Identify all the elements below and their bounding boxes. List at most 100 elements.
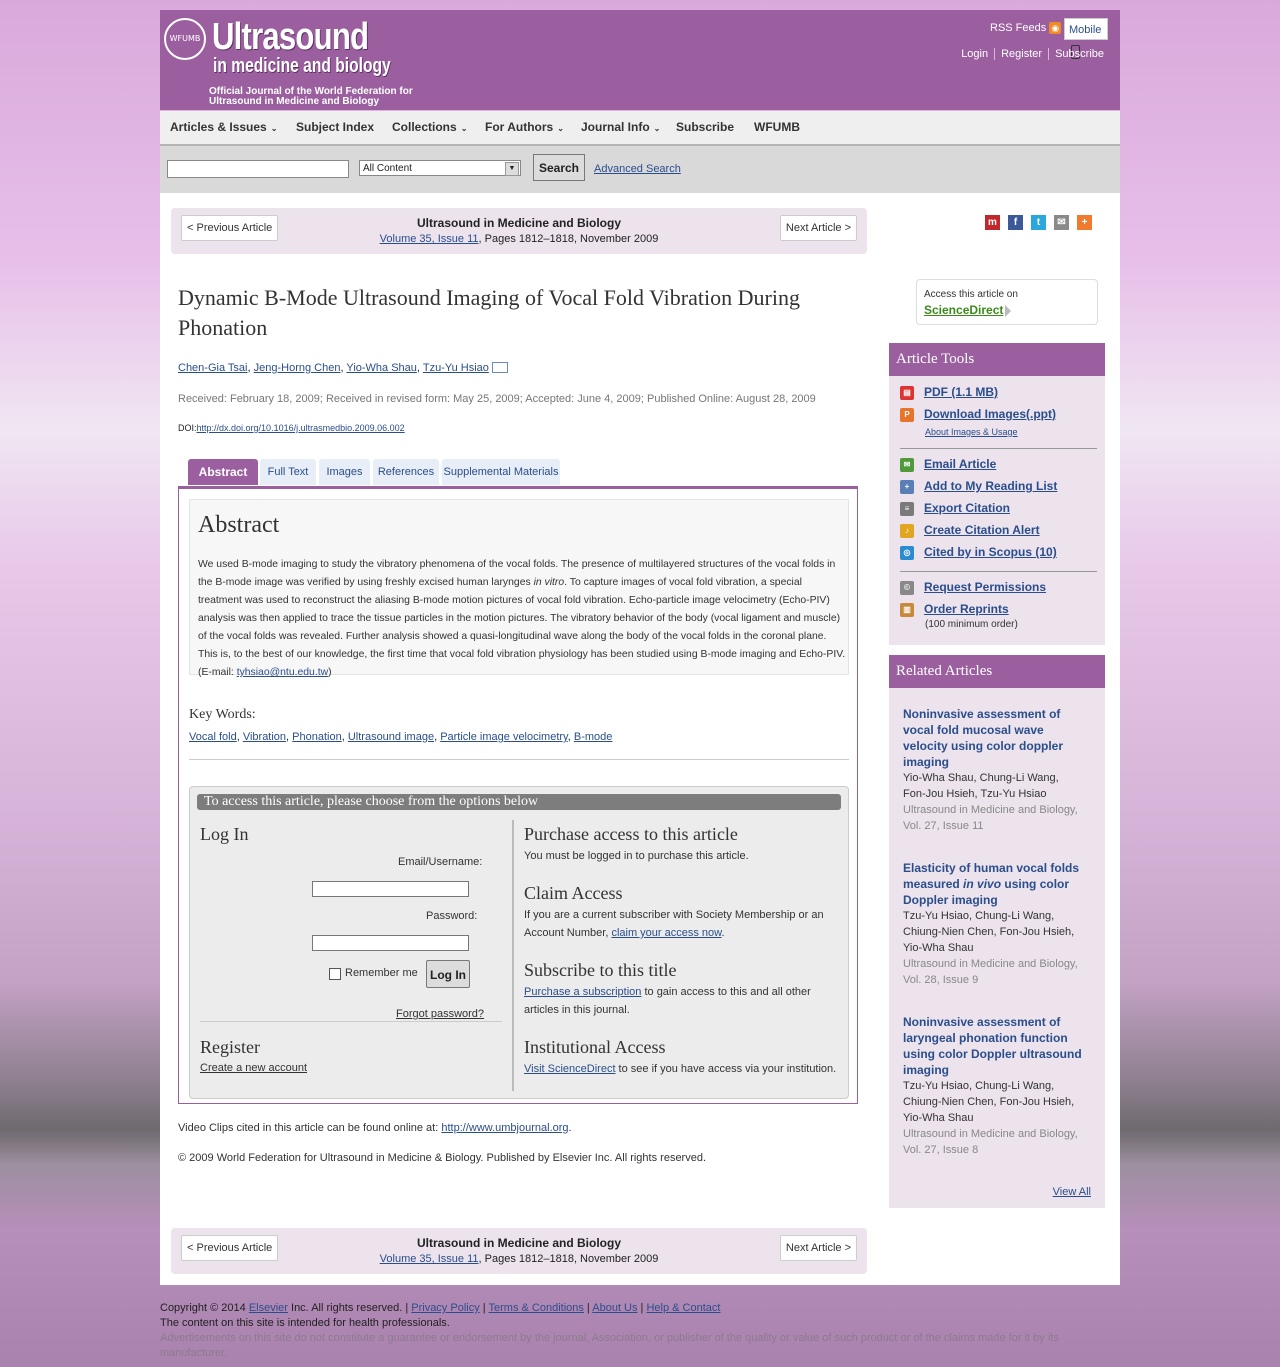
search-button[interactable]: Search	[533, 154, 585, 181]
search-input[interactable]	[167, 160, 349, 178]
about-us-link[interactable]: About Us	[592, 1302, 637, 1314]
author-link[interactable]: Jeng-Horng Chen	[254, 362, 341, 374]
related-article-title[interactable]: Elasticity of human vocal folds measured…	[903, 860, 1083, 908]
keyword-link[interactable]: Vocal fold	[189, 731, 237, 743]
pages-info: , Pages 1812–1818, November 2009	[478, 233, 659, 245]
nav-collections[interactable]: Collections ⌄	[392, 111, 467, 144]
register-heading: Register	[200, 1037, 260, 1057]
email-label: Email/Username:	[398, 856, 483, 868]
visit-sciencedirect-link[interactable]: Visit ScienceDirect	[524, 1063, 616, 1075]
journal-logo-subtitle[interactable]: in medicine and biology	[213, 55, 391, 78]
mobile-button[interactable]: Mobile	[1064, 18, 1108, 60]
tab-references[interactable]: References	[373, 459, 439, 485]
privacy-policy-link[interactable]: Privacy Policy	[411, 1302, 479, 1314]
divider	[189, 759, 849, 760]
nav-subject-index[interactable]: Subject Index	[296, 111, 374, 144]
request-permissions-link[interactable]: © Request Permissions	[900, 580, 1046, 595]
create-account-link[interactable]: Create a new account	[200, 1062, 307, 1074]
site-footer: Copyright © 2014 Elsevier Inc. All right…	[160, 1301, 1120, 1361]
claim-access-link[interactable]: claim your access now	[611, 927, 721, 939]
search-scope-select[interactable]: All Content ▼	[359, 160, 521, 176]
author-link[interactable]: Chen-Gia Tsai	[178, 362, 248, 374]
forgot-password-link[interactable]: Forgot password?	[396, 1008, 484, 1020]
next-article-button[interactable]: Next Article >	[779, 1235, 857, 1261]
tab-images[interactable]: Images	[319, 459, 370, 485]
password-field[interactable]	[312, 935, 469, 951]
advanced-search-link[interactable]: Advanced Search	[594, 163, 681, 175]
related-articles-panel: Related Articles Noninvasive assessment …	[889, 655, 1105, 1208]
tab-full-text[interactable]: Full Text	[260, 459, 316, 485]
wfumb-seal-logo[interactable]: WFUMB	[164, 18, 206, 60]
site-header: WFUMB Ultrasound in medicine and biology…	[160, 10, 1120, 110]
article-tools-panel: Article Tools ▤ PDF (1.1 MB) P Download Im…	[889, 343, 1105, 645]
mendeley-share-icon[interactable]: m	[985, 215, 1000, 230]
nav-journal-info[interactable]: Journal Info ⌄	[581, 111, 660, 144]
access-options-box: To access this article, please choose fr…	[189, 786, 849, 1099]
email-share-icon[interactable]: ✉	[1054, 215, 1069, 230]
export-citation-link[interactable]: ≡ Export Citation	[900, 501, 1010, 516]
next-article-button[interactable]: Next Article >	[779, 215, 857, 241]
citation-alert-link[interactable]: ♪ Create Citation Alert	[900, 523, 1040, 538]
author-link[interactable]: Tzu-Yu Hsiao	[423, 362, 489, 374]
related-article-title[interactable]: Noninvasive assessment of vocal fold muc…	[903, 706, 1083, 770]
author-link[interactable]: Yio-Wha Shau	[346, 362, 417, 374]
doi-link[interactable]: http://dx.doi.org/10.1016/j.ultrasmedbio…	[197, 423, 405, 433]
rss-feeds-link[interactable]: RSS Feeds ◉	[990, 22, 1062, 35]
author-email-icon[interactable]	[491, 362, 508, 373]
login-link[interactable]: Login	[955, 48, 994, 60]
related-article-title[interactable]: Noninvasive assessment of laryngeal phon…	[903, 1014, 1083, 1078]
about-images-link[interactable]: About Images & Usage	[925, 427, 1018, 437]
reprints-icon: ▥	[900, 602, 914, 617]
view-all-link[interactable]: View All	[1053, 1186, 1091, 1198]
tool-label: Add to My Reading List	[924, 479, 1058, 493]
twitter-share-icon[interactable]: t	[1031, 215, 1046, 230]
nav-for-authors[interactable]: For Authors ⌄	[485, 111, 564, 144]
email-field[interactable]	[312, 881, 469, 897]
more-share-icon[interactable]: +	[1077, 215, 1092, 230]
volume-issue-link[interactable]: Volume 35, Issue 11	[380, 1253, 479, 1265]
terms-link[interactable]: Terms & Conditions	[489, 1302, 584, 1314]
keyword-link[interactable]: Phonation	[292, 731, 342, 743]
main-nav: Articles & Issues ⌄ Subject Index Collect…	[160, 111, 1120, 146]
order-reprints-link[interactable]: ▥ Order Reprints	[900, 602, 1009, 617]
journal-logo-title[interactable]: Ultrasound	[212, 16, 369, 59]
article-copyright: © 2009 World Federation for Ultrasound i…	[178, 1152, 707, 1164]
keyword-link[interactable]: Ultrasound image	[348, 731, 434, 743]
download-images-link[interactable]: P Download Images(.ppt)	[900, 407, 1056, 422]
purchase-subscription-link[interactable]: Purchase a subscription	[524, 986, 641, 998]
volume-issue-link[interactable]: Volume 35, Issue 11	[380, 233, 479, 245]
nav-articles-issues[interactable]: Articles & Issues ⌄	[170, 111, 277, 144]
nav-label: Subject Index	[296, 120, 375, 134]
author-list: Chen-Gia Tsai, Jeng-Horng Chen, Yio-Wha …	[178, 362, 508, 374]
journal-description: Official Journal of the World Federation…	[209, 86, 413, 107]
umbjournal-link[interactable]: http://www.umbjournal.org	[441, 1122, 568, 1134]
reading-list-link[interactable]: + Add to My Reading List	[900, 479, 1057, 494]
sciencedirect-link[interactable]: ScienceDirect	[924, 303, 1012, 317]
keyword-link[interactable]: Particle image velocimetry	[440, 731, 568, 743]
scopus-icon: ◎	[900, 545, 914, 560]
subscribe-link[interactable]: Subscribe	[1048, 48, 1110, 60]
nav-label: Collections	[392, 120, 457, 134]
tab-abstract[interactable]: Abstract	[188, 459, 258, 485]
nav-subscribe[interactable]: Subscribe	[676, 111, 734, 144]
remember-me-checkbox[interactable]	[329, 968, 341, 980]
help-contact-link[interactable]: Help & Contact	[646, 1302, 720, 1314]
email-article-link[interactable]: ✉ Email Article	[900, 457, 996, 472]
nav-label: WFUMB	[754, 120, 800, 134]
contact-email-link[interactable]: tyhsiao@ntu.edu.tw	[237, 667, 328, 678]
search-bar: All Content ▼ Search Advanced Search	[160, 146, 1120, 193]
related-article-authors: Tzu-Yu Hsiao, Chung-Li Wang, Chiung-Nien…	[903, 910, 1075, 954]
register-link[interactable]: Register	[994, 48, 1049, 60]
sd-access-label: Access this article on	[924, 289, 1018, 300]
pdf-link[interactable]: ▤ PDF (1.1 MB)	[900, 385, 998, 400]
nav-label: Journal Info	[581, 120, 650, 134]
sciencedirect-access-box[interactable]: Access this article on ScienceDirect	[916, 279, 1098, 325]
elsevier-link[interactable]: Elsevier	[249, 1302, 288, 1314]
keyword-link[interactable]: B-mode	[574, 731, 613, 743]
cited-by-scopus-link[interactable]: ◎ Cited by in Scopus (10)	[900, 545, 1057, 560]
tab-supplemental-materials[interactable]: Supplemental Materials	[442, 459, 560, 485]
facebook-share-icon[interactable]: f	[1008, 215, 1023, 230]
login-button[interactable]: Log In	[426, 960, 470, 988]
keyword-link[interactable]: Vibration	[243, 731, 286, 743]
nav-wfumb[interactable]: WFUMB	[754, 111, 800, 144]
